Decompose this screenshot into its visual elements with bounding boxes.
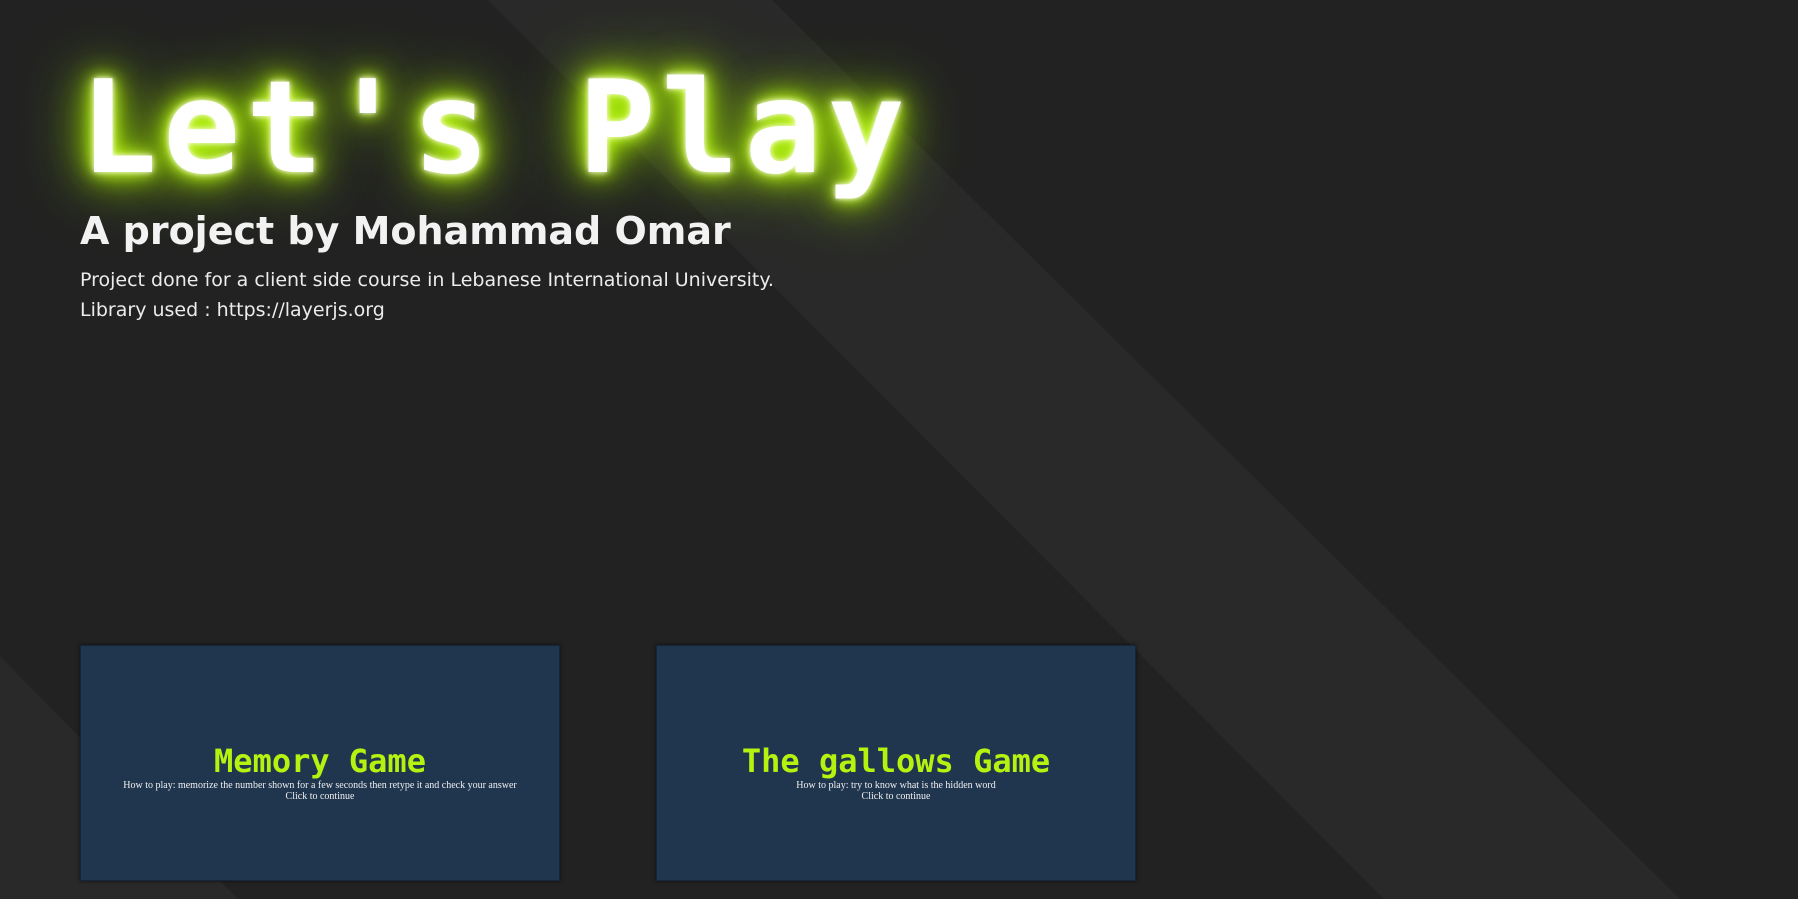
memory-game-card[interactable]: Memory Game How to play: memorize the nu… bbox=[80, 645, 560, 881]
page-title: Let's Play bbox=[80, 54, 911, 203]
gallows-game-card[interactable]: The gallows Game How to play: try to kno… bbox=[656, 645, 1136, 881]
page-subtitle: A project by Mohammad Omar bbox=[80, 209, 731, 253]
library-credit: Library used : https://layerjs.org bbox=[80, 299, 385, 321]
page: Let's Play A project by Mohammad Omar Pr… bbox=[0, 0, 1798, 899]
game-card-title: Memory Game bbox=[214, 742, 426, 780]
project-description: Project done for a client side course in… bbox=[80, 269, 774, 291]
game-card-continue-hint: Click to continue bbox=[285, 791, 355, 802]
game-card-continue-hint: Click to continue bbox=[861, 791, 931, 802]
game-card-title: The gallows Game bbox=[741, 742, 1051, 780]
